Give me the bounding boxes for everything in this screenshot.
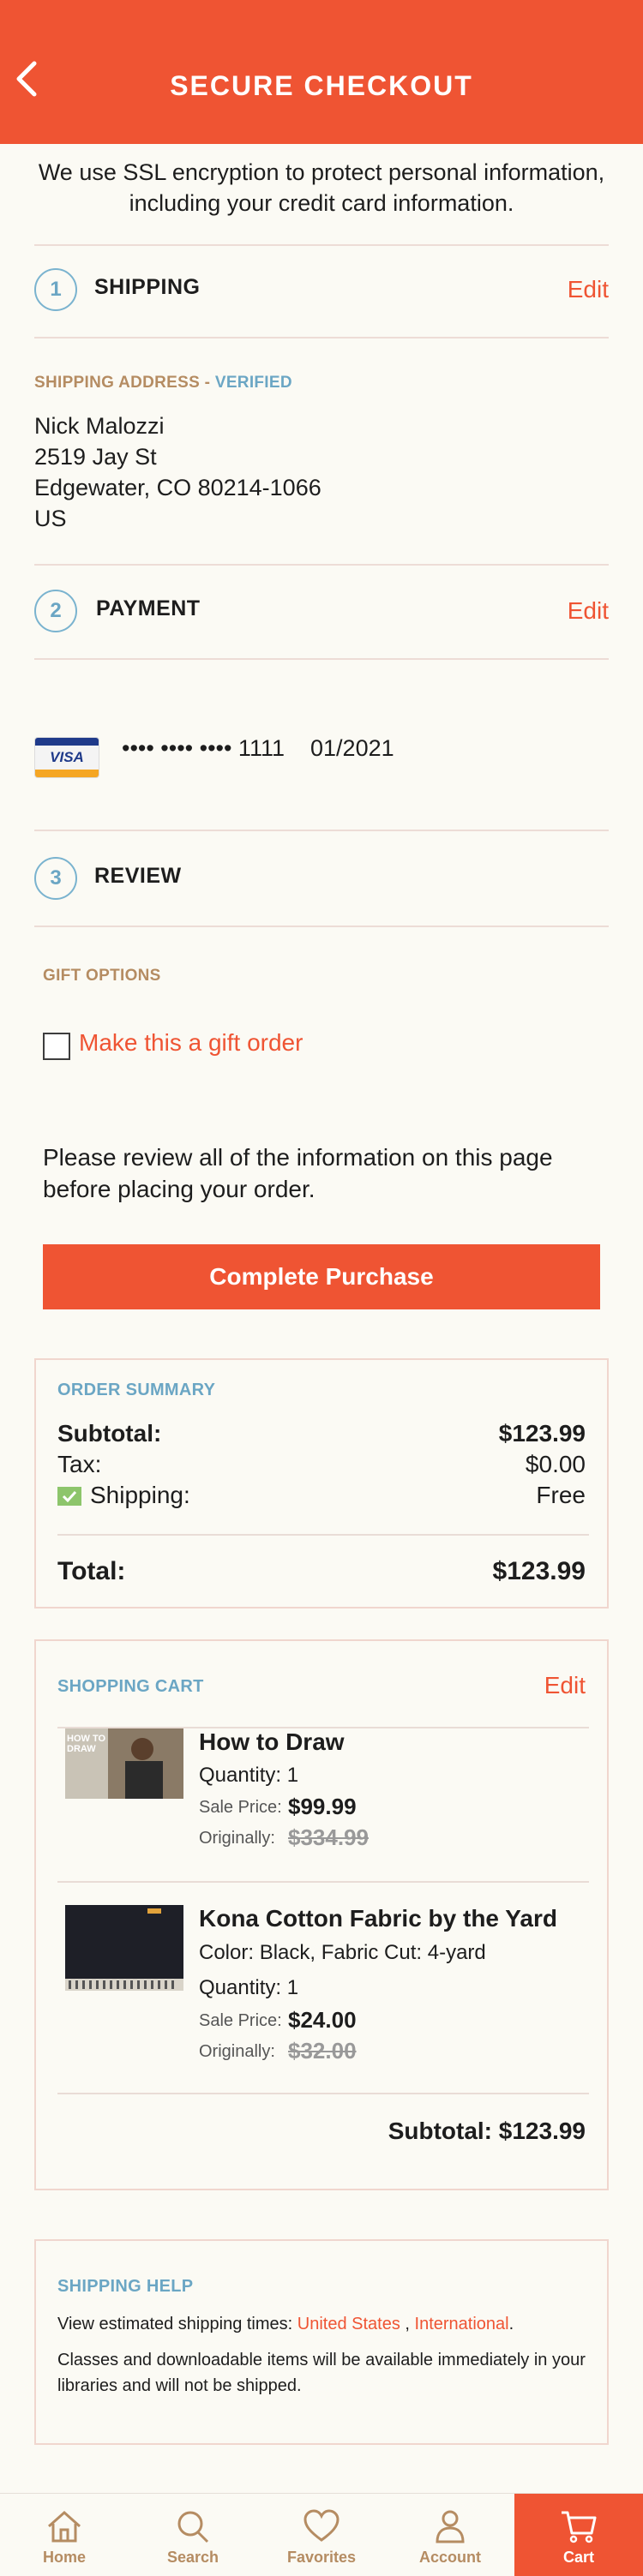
edit-shipping-link[interactable]: Edit [568,276,609,303]
sale-price-label: Sale Price: [199,2011,282,2030]
complete-purchase-button[interactable]: Complete Purchase [43,1244,600,1309]
shipping-help-heading: SHIPPING HELP [57,2277,194,2296]
shipping-help-panel: SHIPPING HELP View estimated shipping ti… [34,2239,609,2445]
tax-label: Tax: [57,1451,102,1477]
heart-icon [303,2509,340,2542]
divider [34,564,609,566]
nav-search[interactable]: Search [129,2494,257,2576]
product-thumbnail[interactable]: HOW TO DRAW [65,1728,183,1799]
original-price: $334.99 [288,1824,369,1850]
address-line: 2519 Jay St [34,444,157,470]
payment-section-title: PAYMENT [96,596,201,620]
shipping-label: Shipping: [90,1482,190,1508]
shipping-times-text: View estimated shipping times: United St… [57,2311,589,2337]
original-price-label: Originally: [199,2042,275,2061]
search-icon [177,2511,209,2543]
divider [57,2093,589,2094]
visa-card-icon: VISA [34,737,99,778]
step-number-2: 2 [34,590,77,632]
step-number-3: 3 [34,857,77,900]
shipping-times-suffix: . [508,2315,514,2333]
cart-item-quantity: Quantity: 1 [199,1764,299,1787]
nav-label: Home [42,2549,86,2566]
shipping-section-title: SHIPPING [94,275,201,299]
nav-home[interactable]: Home [0,2494,129,2576]
home-icon [48,2510,81,2543]
sale-price: $24.00 [288,2007,357,2033]
edit-cart-link[interactable]: Edit [544,1672,586,1699]
cart-item-title[interactable]: How to Draw [199,1728,345,1756]
review-section-title: REVIEW [94,864,182,888]
divider [34,337,609,338]
page-title: SECURE CHECKOUT [170,70,473,101]
card-details: •••• •••• •••• 1111 01/2021 [122,735,394,762]
step-number-1: 1 [34,268,77,311]
tax-value: $0.00 [525,1451,586,1477]
shopping-cart-heading: SHOPPING CART [57,1677,204,1696]
ssl-note: We use SSL encryption to protect persona… [38,159,605,216]
united-states-link[interactable]: United States [297,2315,400,2333]
link-separator: , [400,2315,415,2333]
total-value: $123.99 [492,1557,586,1585]
international-link[interactable]: International [415,2315,509,2333]
bottom-nav: Home Search Favorites Account Cart [0,2493,643,2576]
order-summary-panel: ORDER SUMMARY Subtotal: $123.99 Tax: $0.… [34,1358,609,1609]
cart-item-quantity: Quantity: 1 [199,1976,299,1999]
sale-price-label: Sale Price: [199,1798,282,1817]
cart-item-detail: Color: Black, Fabric Cut: 4-yard [199,1941,486,1964]
card-expiry: 01/2021 [310,735,394,761]
nav-account[interactable]: Account [386,2494,514,2576]
original-price: $32.00 [288,2038,357,2064]
review-instructions: Please review all of the information on … [43,1144,553,1202]
shipping-value: Free [536,1482,586,1508]
shipping-address-heading: SHIPPING ADDRESS - VERIFIED [34,374,292,392]
subtotal-value: $123.99 [498,1420,586,1447]
divider [34,926,609,927]
nav-label: Account [419,2549,481,2566]
shopping-cart-panel: SHOPPING CART Edit HOW TO DRAW How to Dr… [34,1639,609,2190]
shipping-address-label: SHIPPING ADDRESS - [34,374,215,392]
header-bar: SECURE CHECKOUT [0,0,643,144]
order-summary-heading: ORDER SUMMARY [57,1381,216,1399]
original-price-label: Originally: [199,1829,275,1848]
divider [34,830,609,831]
address-line: Edgewater, CO 80214-1066 [34,475,322,500]
nav-favorites[interactable]: Favorites [257,2494,386,2576]
sale-price: $99.99 [288,1794,357,1819]
card-number: •••• •••• •••• 1111 [122,735,285,761]
gift-order-checkbox[interactable] [43,1033,70,1060]
nav-label: Search [166,2549,219,2566]
cart-icon [562,2511,597,2543]
user-icon [436,2510,465,2543]
gift-options-heading: GIFT OPTIONS [43,967,161,985]
product-thumbnail[interactable] [65,1905,183,1991]
gift-order-label[interactable]: Make this a gift order [79,1029,303,1057]
divider [34,244,609,246]
nav-label: Cart [562,2549,594,2566]
subtotal-label: Subtotal: [57,1420,162,1447]
thumbnail-caption: HOW TO DRAW [67,1734,106,1754]
edit-payment-link[interactable]: Edit [568,597,609,625]
card-brand: VISA [50,749,84,765]
cart-item-title[interactable]: Kona Cotton Fabric by the Yard [199,1905,557,1932]
divider [57,1881,589,1883]
address-line: US [34,506,67,531]
cart-subtotal: Subtotal: $123.99 [388,2118,586,2144]
downloadable-note: Classes and downloadable items will be a… [57,2351,586,2395]
nav-cart[interactable]: Cart [514,2494,643,2576]
nav-label: Favorites [286,2549,357,2566]
divider [57,1534,589,1536]
shipping-times-prefix: View estimated shipping times: [57,2315,297,2333]
checkmark-icon [57,1487,81,1506]
address-line: Nick Malozzi [34,413,165,439]
divider [34,658,609,660]
total-label: Total: [57,1557,126,1585]
verified-badge: VERIFIED [214,374,292,392]
